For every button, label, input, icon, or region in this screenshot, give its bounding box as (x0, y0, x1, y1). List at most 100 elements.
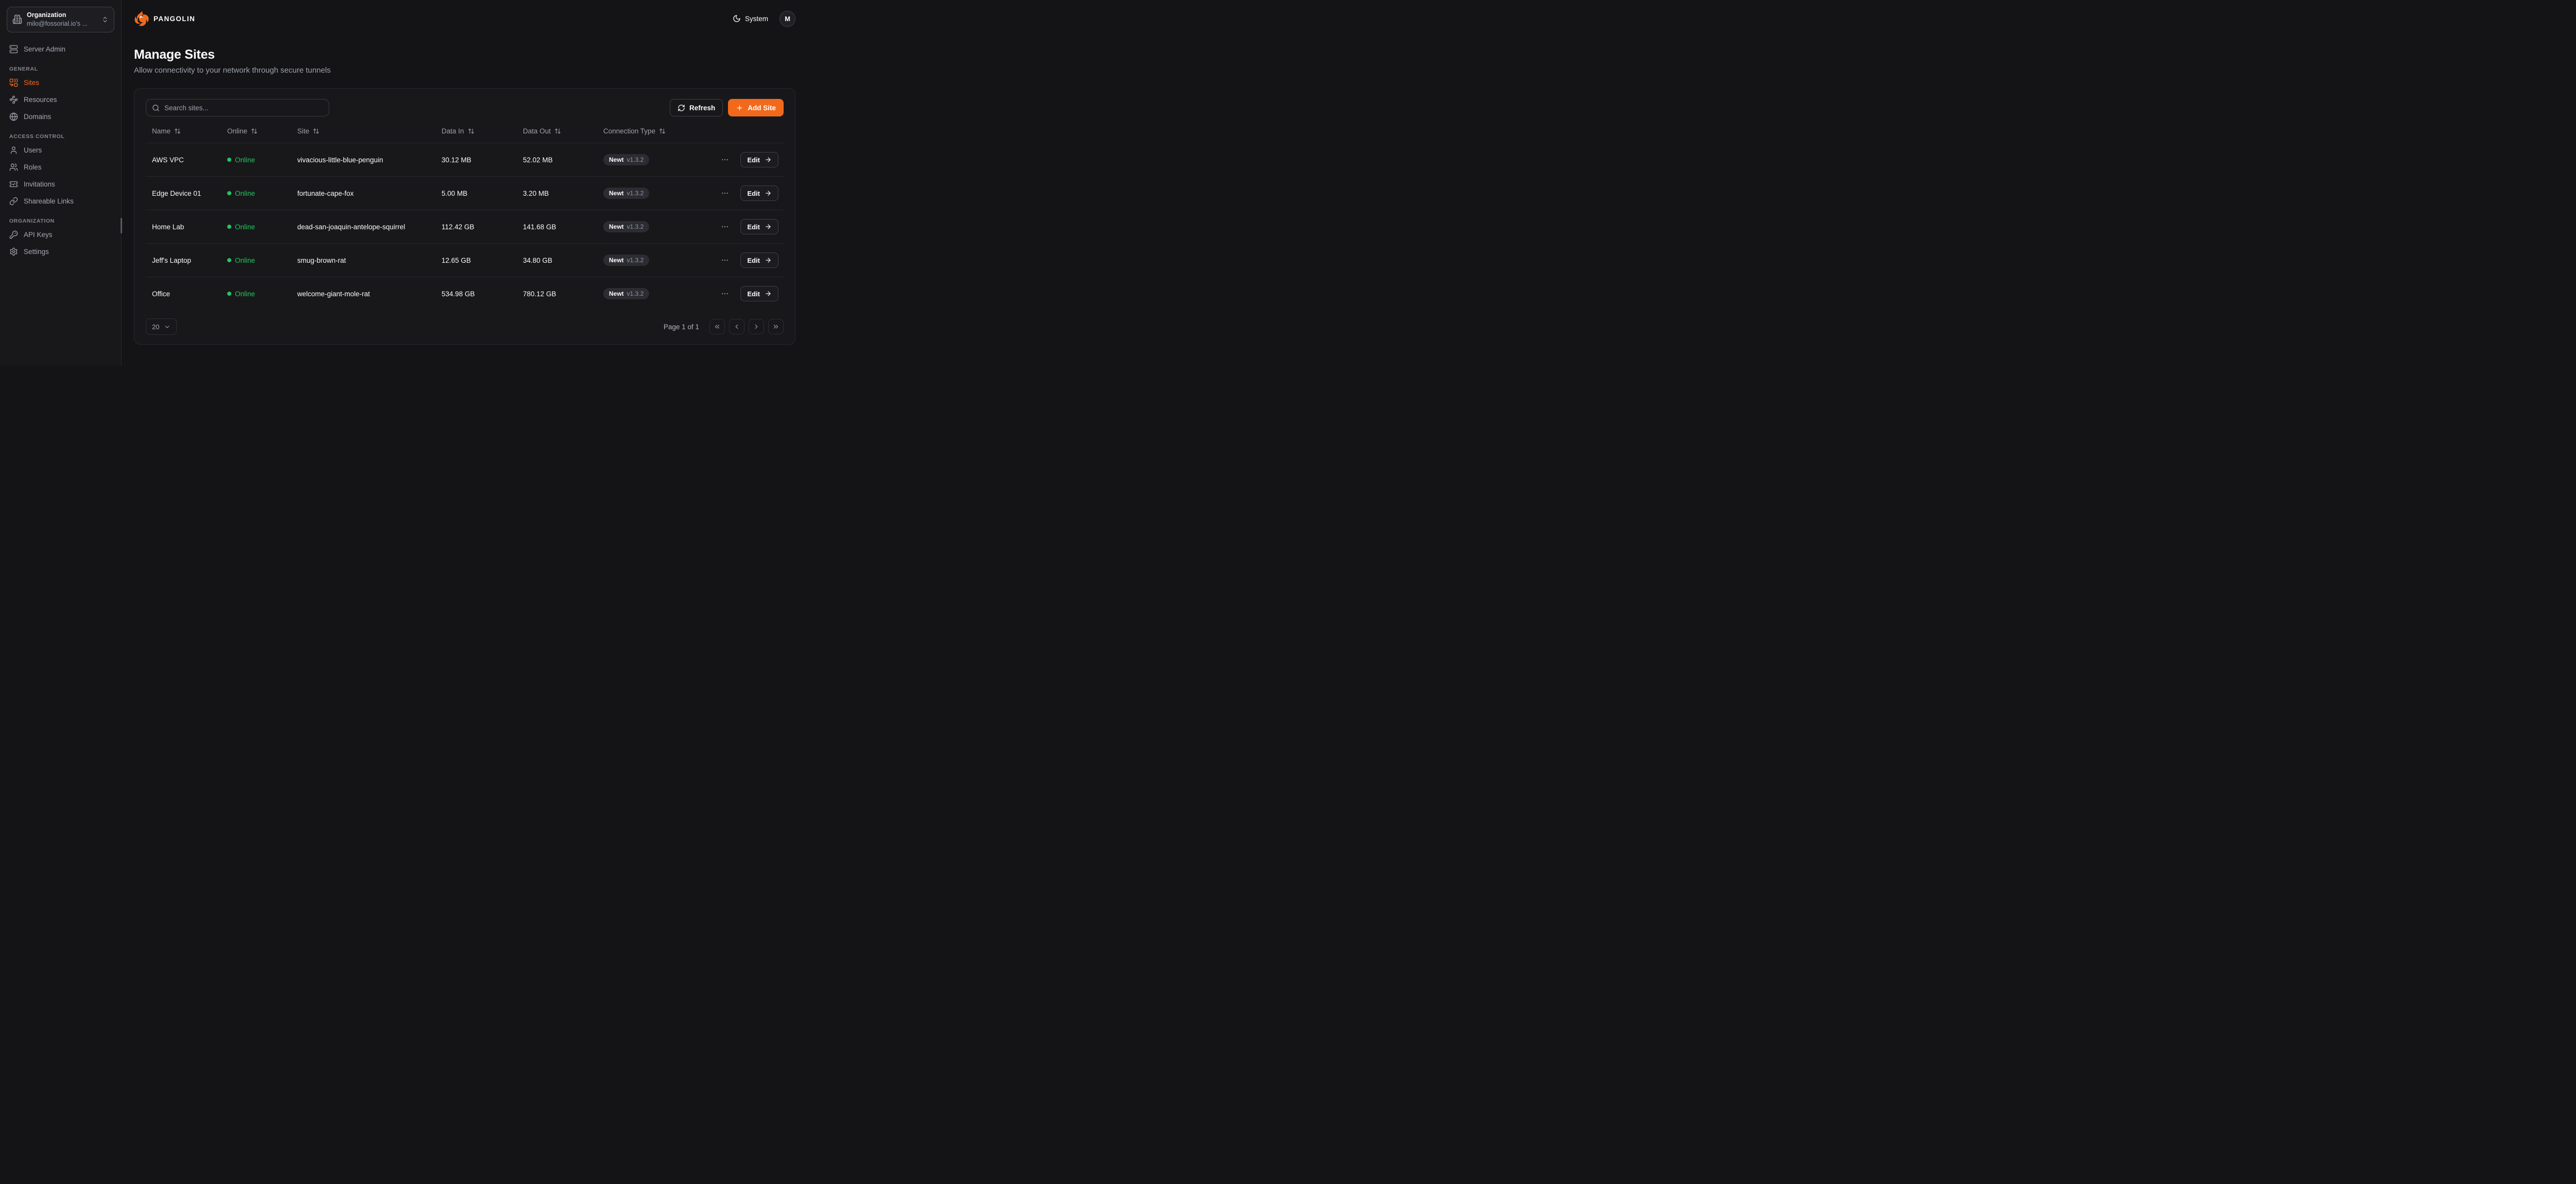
users-icon (9, 163, 18, 172)
org-picker[interactable]: Organization milo@fossorial.io's ... (7, 7, 114, 32)
app-root: Organization milo@fossorial.io's ... Ser… (0, 0, 808, 366)
ellipsis-icon (721, 290, 729, 298)
arrow-right-icon (765, 257, 772, 264)
refresh-button[interactable]: Refresh (670, 99, 723, 116)
sidebar-item-api-keys[interactable]: API Keys (7, 226, 114, 243)
arrow-right-icon (765, 290, 772, 297)
edit-button[interactable]: Edit (740, 286, 778, 301)
ellipsis-icon (721, 223, 729, 231)
chevrons-right-icon (772, 323, 779, 330)
online-status-dot (227, 292, 231, 296)
cell-actions: Edit (704, 143, 784, 177)
cell-data-out: 52.02 MB (523, 143, 603, 177)
sidebar-item-server-admin[interactable]: Server Admin (7, 41, 114, 58)
sidebar-item-roles[interactable]: Roles (7, 159, 114, 176)
cell-data-in: 12.65 GB (442, 244, 523, 277)
add-site-button[interactable]: Add Site (728, 99, 784, 116)
sidebar-item-domains[interactable]: Domains (7, 108, 114, 125)
sort-icon (468, 128, 474, 134)
cell-connection-type: Newt v1.3.2 (603, 244, 704, 277)
row-menu-button[interactable] (719, 221, 731, 233)
cell-connection-type: Newt v1.3.2 (603, 210, 704, 244)
edit-button[interactable]: Edit (740, 152, 778, 167)
online-status-dot (227, 158, 231, 162)
ellipsis-icon (721, 156, 729, 164)
cell-name: Home Lab (146, 210, 227, 244)
brand-name: PANGOLIN (154, 15, 195, 23)
plus-icon (736, 104, 743, 112)
cell-name: AWS VPC (146, 143, 227, 177)
gear-icon (9, 247, 18, 256)
prev-page-button[interactable] (729, 319, 744, 334)
cell-data-in: 112.42 GB (442, 210, 523, 244)
last-page-button[interactable] (768, 319, 784, 334)
card-footer: 20 Page 1 of 1 (146, 318, 784, 335)
sidebar-item-label: Domains (24, 113, 51, 121)
avatar[interactable]: M (779, 11, 795, 27)
online-status-label: Online (235, 290, 255, 298)
sidebar-scrollbar[interactable] (121, 218, 122, 233)
first-page-button[interactable] (709, 319, 725, 334)
connection-badge: Newt v1.3.2 (603, 288, 649, 299)
theme-label: System (745, 15, 768, 23)
table-header-row: Name Online Site Data In Data Out Connec… (146, 120, 784, 143)
column-header-data-in[interactable]: Data In (442, 127, 474, 135)
cell-online: Online (227, 210, 297, 244)
table-row: Home Lab Online dead-san-joaquin-antelop… (146, 210, 784, 244)
online-status-dot (227, 191, 231, 195)
page-subtitle: Allow connectivity to your network throu… (134, 66, 795, 75)
ellipsis-icon (721, 189, 729, 197)
building-icon (12, 14, 22, 24)
row-menu-button[interactable] (719, 254, 731, 266)
search-input[interactable] (164, 104, 323, 112)
sidebar-item-users[interactable]: Users (7, 142, 114, 159)
sidebar-item-label: Invitations (24, 180, 55, 188)
edit-button[interactable]: Edit (740, 252, 778, 268)
arrow-right-icon (765, 190, 772, 197)
row-menu-button[interactable] (719, 287, 731, 300)
page-size-select[interactable]: 20 (146, 318, 177, 335)
chevrons-up-down-icon (101, 16, 109, 23)
column-header-site[interactable]: Site (297, 127, 319, 135)
pangolin-logo-icon (134, 11, 149, 26)
edit-button[interactable]: Edit (740, 185, 778, 201)
table-row: Jeff's Laptop Online smug-brown-rat 12.6… (146, 244, 784, 277)
row-menu-button[interactable] (719, 187, 731, 199)
sites-combine-icon (9, 78, 18, 87)
theme-toggle[interactable]: System (733, 14, 768, 23)
sidebar-nav: Server Admin GENERAL Sites Resources Do (7, 41, 114, 260)
column-header-data-out[interactable]: Data Out (523, 127, 561, 135)
connection-badge: Newt v1.3.2 (603, 221, 649, 232)
sidebar-item-shareable-links[interactable]: Shareable Links (7, 193, 114, 210)
ellipsis-icon (721, 256, 729, 264)
edit-button[interactable]: Edit (740, 219, 778, 234)
next-page-button[interactable] (749, 319, 764, 334)
cell-actions: Edit (704, 277, 784, 311)
sidebar-section-access-control: ACCESS CONTROL (7, 133, 114, 140)
sidebar-item-sites[interactable]: Sites (7, 74, 114, 91)
sidebar-item-settings[interactable]: Settings (7, 243, 114, 260)
column-header-connection-type[interactable]: Connection Type (603, 127, 666, 135)
org-picker-label: Organization (27, 11, 97, 20)
page-info: Page 1 of 1 (664, 323, 699, 331)
sidebar-item-label: Sites (24, 79, 39, 87)
cell-site: smug-brown-rat (297, 244, 442, 277)
column-header-name[interactable]: Name (152, 127, 181, 135)
cell-data-out: 780.12 GB (523, 277, 603, 311)
row-menu-button[interactable] (719, 154, 731, 166)
search-icon (152, 104, 160, 112)
main-content: PANGOLIN System M Manage Sites Allow con… (122, 0, 808, 366)
sort-icon (174, 128, 181, 134)
sidebar-item-resources[interactable]: Resources (7, 91, 114, 108)
user-icon (9, 146, 18, 155)
cell-site: vivacious-little-blue-penguin (297, 143, 442, 177)
cell-data-out: 3.20 MB (523, 177, 603, 210)
cell-site: fortunate-cape-fox (297, 177, 442, 210)
sidebar-item-invitations[interactable]: Invitations (7, 176, 114, 193)
search-box (146, 99, 329, 116)
column-header-online[interactable]: Online (227, 127, 258, 135)
sidebar-item-label: Roles (24, 163, 42, 171)
cell-site: dead-san-joaquin-antelope-squirrel (297, 210, 442, 244)
refresh-icon (677, 104, 685, 112)
sidebar-section-general: GENERAL (7, 66, 114, 72)
